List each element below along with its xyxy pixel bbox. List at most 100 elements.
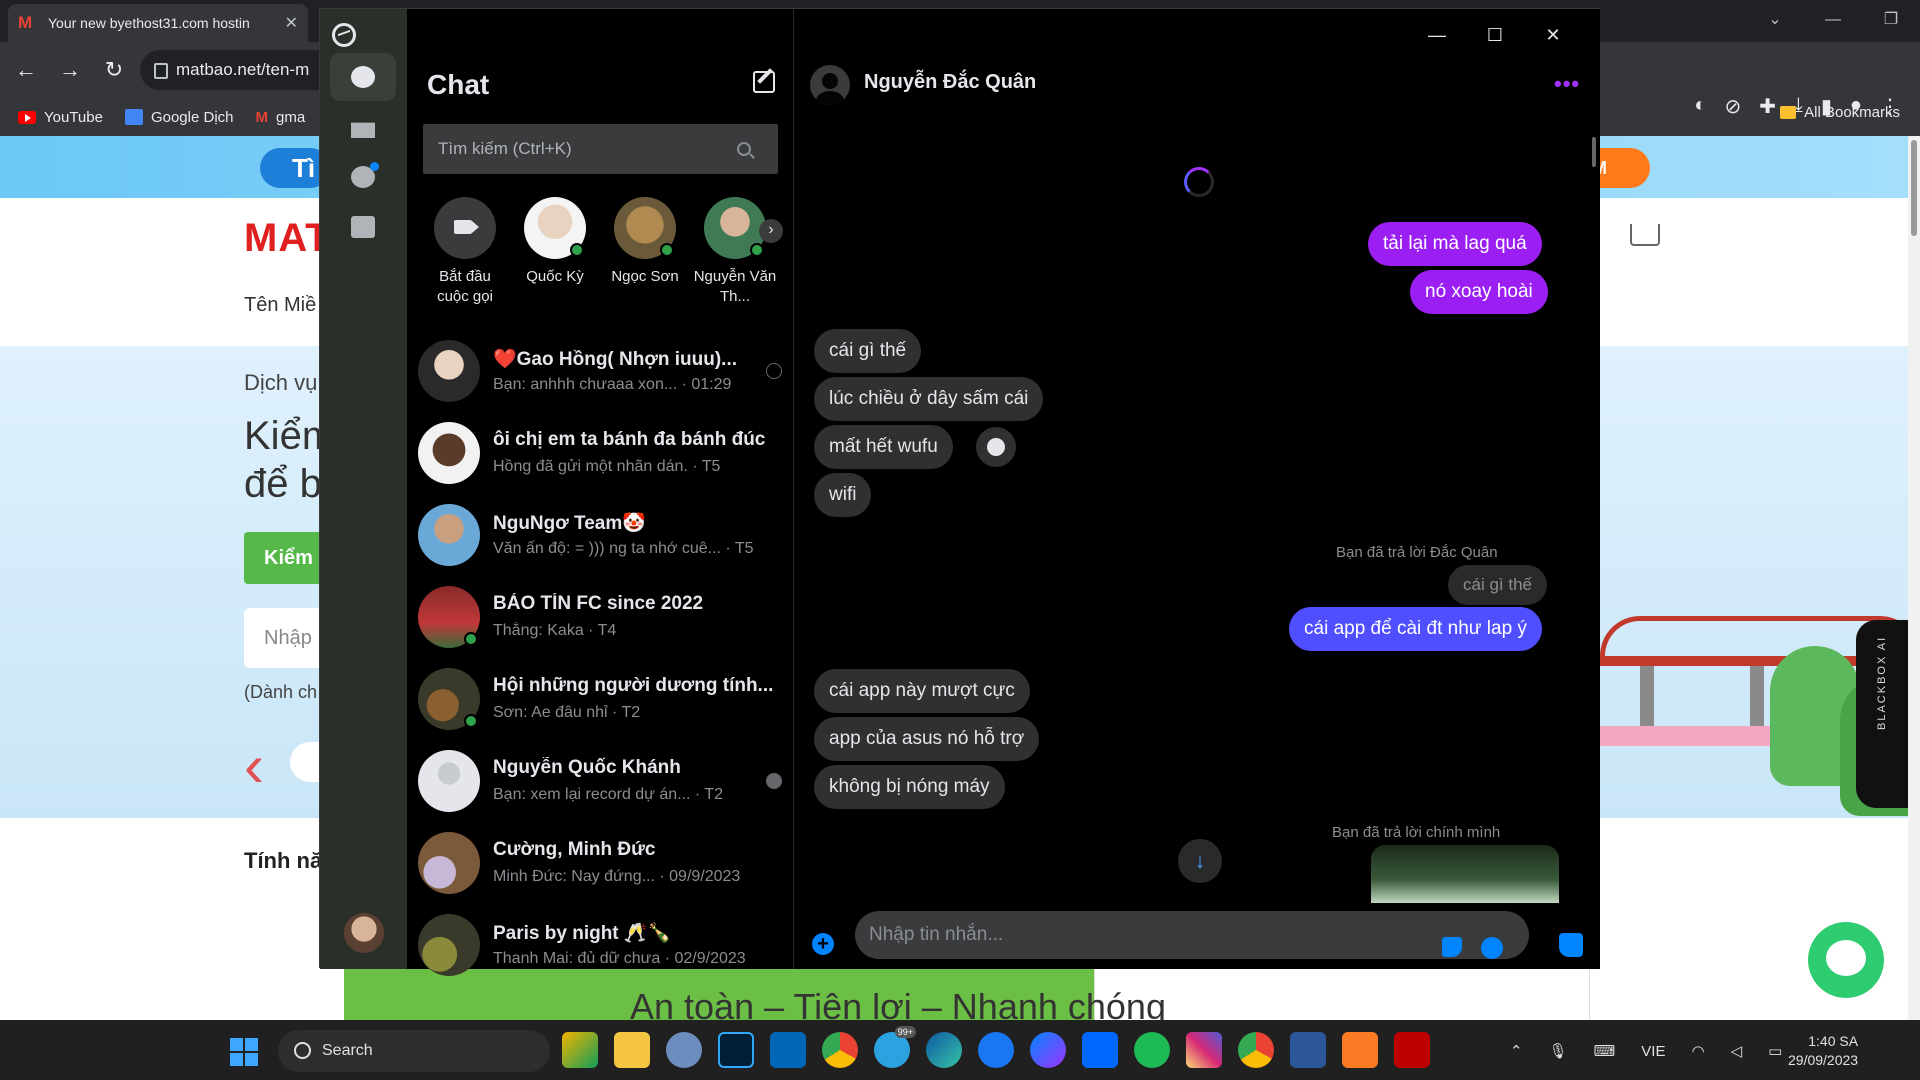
edge-icon[interactable] xyxy=(926,1032,962,1068)
photoshop-icon[interactable] xyxy=(718,1032,754,1068)
cart-icon[interactable] xyxy=(1630,224,1660,246)
emoji-icon[interactable] xyxy=(1481,937,1503,959)
rail-marketplace-button[interactable] xyxy=(330,103,396,151)
plus-icon[interactable]: + xyxy=(812,933,834,955)
clock[interactable]: 1:40 SA 29/09/2023 xyxy=(1788,1032,1858,1070)
chevron-right-icon[interactable]: › xyxy=(759,219,783,243)
chat-scrollbar[interactable] xyxy=(1592,137,1596,167)
battery-icon[interactable]: ▭ xyxy=(1768,1042,1782,1060)
chrome-profile-icon[interactable] xyxy=(1238,1032,1274,1068)
maximize-icon[interactable]: ☐ xyxy=(1466,19,1524,51)
conversation-item[interactable]: Cường, Minh Đức Minh Đức: Nay đứng... · … xyxy=(407,823,794,905)
bookmark-youtube[interactable]: YouTube xyxy=(18,109,103,126)
all-bookmarks[interactable]: All Bookmarks xyxy=(1780,104,1900,121)
chat-panel: — ☐ ✕ Nguyễn Đắc Quân ••• tải lại mà lag… xyxy=(794,9,1600,969)
active-contact[interactable]: Nguyễn Văn Th... xyxy=(693,197,777,307)
site-nav-item[interactable]: Tên Miề xyxy=(244,294,316,317)
telegram-icon[interactable]: 99+ xyxy=(874,1026,916,1068)
message-incoming[interactable]: wifi xyxy=(814,473,872,517)
message-outgoing[interactable]: tải lại mà lag quá xyxy=(1368,222,1542,266)
hero-subtitle: Dịch vụ xyxy=(244,370,318,395)
chrome-icon[interactable] xyxy=(822,1032,858,1068)
windows-start-icon[interactable] xyxy=(230,1038,258,1066)
office-icon[interactable] xyxy=(562,1032,598,1068)
xampp-icon[interactable] xyxy=(1342,1032,1378,1068)
conversation-item[interactable]: ôi chị em ta bánh đa bánh đúc Hồng đã gử… xyxy=(407,413,794,495)
rail-archive-button[interactable] xyxy=(330,203,396,251)
chevron-down-icon[interactable]: ⌄ xyxy=(1746,0,1804,42)
instagram-icon[interactable] xyxy=(1186,1032,1222,1068)
start-call-button[interactable]: Bắt đầu cuộc gọi xyxy=(423,197,507,307)
message-incoming[interactable]: cái gì thế xyxy=(814,329,922,373)
browser-tab[interactable]: Your new byethost31.com hostin ✕ xyxy=(8,4,308,42)
sticker-icon[interactable] xyxy=(1442,937,1462,957)
conversation-item[interactable]: ❤️Gao Hồng( Nhợn iuuu)... Bạn: anhhh chư… xyxy=(407,331,794,413)
restore-icon[interactable]: ❐ xyxy=(1862,0,1920,42)
conversation-item[interactable]: Hội những người dương tính... Sơn: Ae đâ… xyxy=(407,659,794,741)
avatar xyxy=(524,197,586,259)
online-indicator xyxy=(570,243,584,257)
reaction-icon[interactable] xyxy=(976,427,1016,467)
language-indicator[interactable]: VIE xyxy=(1641,1043,1665,1060)
wifi-icon[interactable]: ◠ xyxy=(1691,1042,1704,1060)
minimize-icon[interactable]: — xyxy=(1408,19,1466,51)
vscode-icon[interactable] xyxy=(770,1032,806,1068)
word-icon[interactable] xyxy=(1290,1032,1326,1068)
facebook-icon[interactable] xyxy=(978,1032,1014,1068)
close-icon[interactable]: ✕ xyxy=(1524,19,1582,51)
microphone-icon[interactable]: 🎙 xyxy=(1549,1042,1568,1060)
conversation-item[interactable]: BẢO TÍN FC since 2022 Thắng: Kaka · T4 xyxy=(407,577,794,659)
close-tab-icon[interactable]: ✕ xyxy=(285,13,298,33)
message-incoming[interactable]: app của asus nó hỗ trợ xyxy=(814,717,1040,761)
compose-icon[interactable] xyxy=(753,71,775,93)
conversation-item[interactable]: NguNgơ Team🤡 Văn ấn độ: = ))) ng ta nhớ … xyxy=(407,495,794,577)
search-input[interactable]: Tìm kiếm (Ctrl+K) xyxy=(423,124,778,174)
message-incoming[interactable]: cái app này mượt cực xyxy=(814,669,1030,713)
message-incoming[interactable]: lúc chiều ở dây sấm cái xyxy=(814,377,1044,421)
domain-input[interactable]: Nhập xyxy=(244,608,324,668)
profile-avatar[interactable] xyxy=(344,913,384,953)
quoted-message[interactable]: cái gì thế xyxy=(1448,565,1547,605)
thumbs-up-icon[interactable] xyxy=(1559,933,1583,957)
spotify-icon[interactable] xyxy=(1134,1032,1170,1068)
keyboard-icon[interactable]: ⌨ xyxy=(1594,1042,1616,1060)
volume-icon[interactable]: ◁ xyxy=(1731,1042,1743,1060)
message-incoming[interactable]: không bị nóng máy xyxy=(814,765,1005,809)
conversation-item[interactable]: Paris by night 🥂🍾 Thanh Mai: đủ dữ chưa … xyxy=(407,905,794,987)
rail-chats-button[interactable] xyxy=(330,53,396,101)
zalo-icon[interactable] xyxy=(1082,1032,1118,1068)
forward-icon[interactable]: → xyxy=(52,52,88,88)
more-options-icon[interactable]: ••• xyxy=(1554,71,1580,97)
bookmark-google-translate[interactable]: Google Dịch xyxy=(124,109,234,126)
page-scrollbar[interactable] xyxy=(1908,136,1920,1020)
message-input[interactable]: Nhập tin nhắn... xyxy=(855,911,1529,959)
carousel-item[interactable] xyxy=(290,742,320,782)
contact-name[interactable]: Nguyễn Đắc Quân xyxy=(864,71,1036,94)
back-icon[interactable]: ← xyxy=(8,52,44,88)
reload-icon[interactable]: ↻ xyxy=(96,52,132,88)
active-contact[interactable]: Ngọc Sơn xyxy=(603,197,687,287)
rail-requests-button[interactable] xyxy=(330,153,396,201)
conversation-item[interactable]: Nguyễn Quốc Khánh Bạn: xem lại record dự… xyxy=(407,741,794,823)
contact-avatar[interactable] xyxy=(810,65,850,105)
carousel-prev-icon[interactable]: ‹ xyxy=(244,736,264,796)
hero-check-button[interactable]: Kiểm xyxy=(244,532,324,584)
chevron-up-icon[interactable]: ⌃ xyxy=(1510,1042,1523,1060)
taskbar-search[interactable]: Search xyxy=(278,1030,550,1072)
address-bar[interactable]: matbao.net/ten-m xyxy=(140,50,340,90)
active-contact[interactable]: Quốc Kỳ xyxy=(513,197,597,287)
chat-sidebar: Chat Tìm kiếm (Ctrl+K) Bắt đầu cuộc gọi … xyxy=(407,9,794,976)
message-outgoing[interactable]: cái app để cài đt như lap ý xyxy=(1289,607,1542,651)
bookmark-gmail[interactable]: Mgma xyxy=(256,109,306,126)
site-logo[interactable]: MAT xyxy=(244,216,331,261)
image-attachment[interactable] xyxy=(1371,845,1559,903)
message-outgoing[interactable]: nó xoay hoài xyxy=(1410,270,1548,314)
minimize-icon[interactable]: — xyxy=(1804,0,1862,42)
messenger-icon[interactable] xyxy=(1030,1032,1066,1068)
file-explorer-icon[interactable] xyxy=(614,1032,650,1068)
scroll-down-icon[interactable]: ↓ xyxy=(1178,839,1222,883)
settings-icon[interactable] xyxy=(666,1032,702,1068)
filezilla-icon[interactable] xyxy=(1394,1032,1430,1068)
message-incoming[interactable]: mất hết wufu xyxy=(814,425,953,469)
live-chat-button[interactable] xyxy=(1808,922,1884,998)
